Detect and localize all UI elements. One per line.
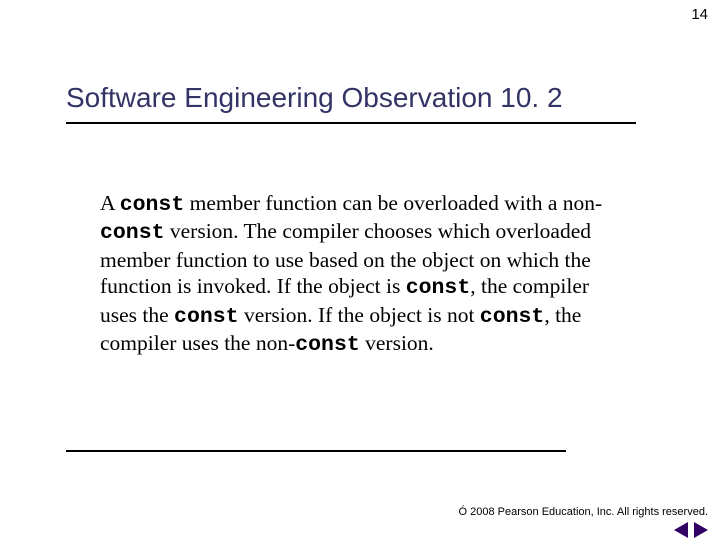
title-rule [66,122,636,124]
const-keyword: const [174,305,239,329]
body-text: A const member function can be overloade… [100,190,628,359]
const-keyword: const [406,276,471,300]
body-seg: member function can be overloaded with a… [190,191,603,215]
const-keyword: const [480,305,545,329]
body-seg: A [100,191,120,215]
body-seg: version. [365,331,434,355]
slide: 14 Software Engineering Observation 10. … [0,0,720,540]
const-keyword: const [120,193,185,217]
next-slide-button[interactable] [694,522,708,538]
copyright-symbol: Ó [459,506,468,518]
const-keyword: const [100,221,165,245]
slide-title: Software Engineering Observation 10. 2 [66,82,563,114]
copyright-text: 2008 Pearson Education, Inc. All rights … [470,506,708,518]
prev-slide-button[interactable] [674,522,688,538]
copyright: Ó 2008 Pearson Education, Inc. All right… [459,506,708,518]
slide-nav [674,522,708,538]
body-seg: version. If the object is not [244,303,480,327]
const-keyword: const [295,333,360,357]
bottom-rule [66,450,566,452]
page-number: 14 [691,6,708,23]
